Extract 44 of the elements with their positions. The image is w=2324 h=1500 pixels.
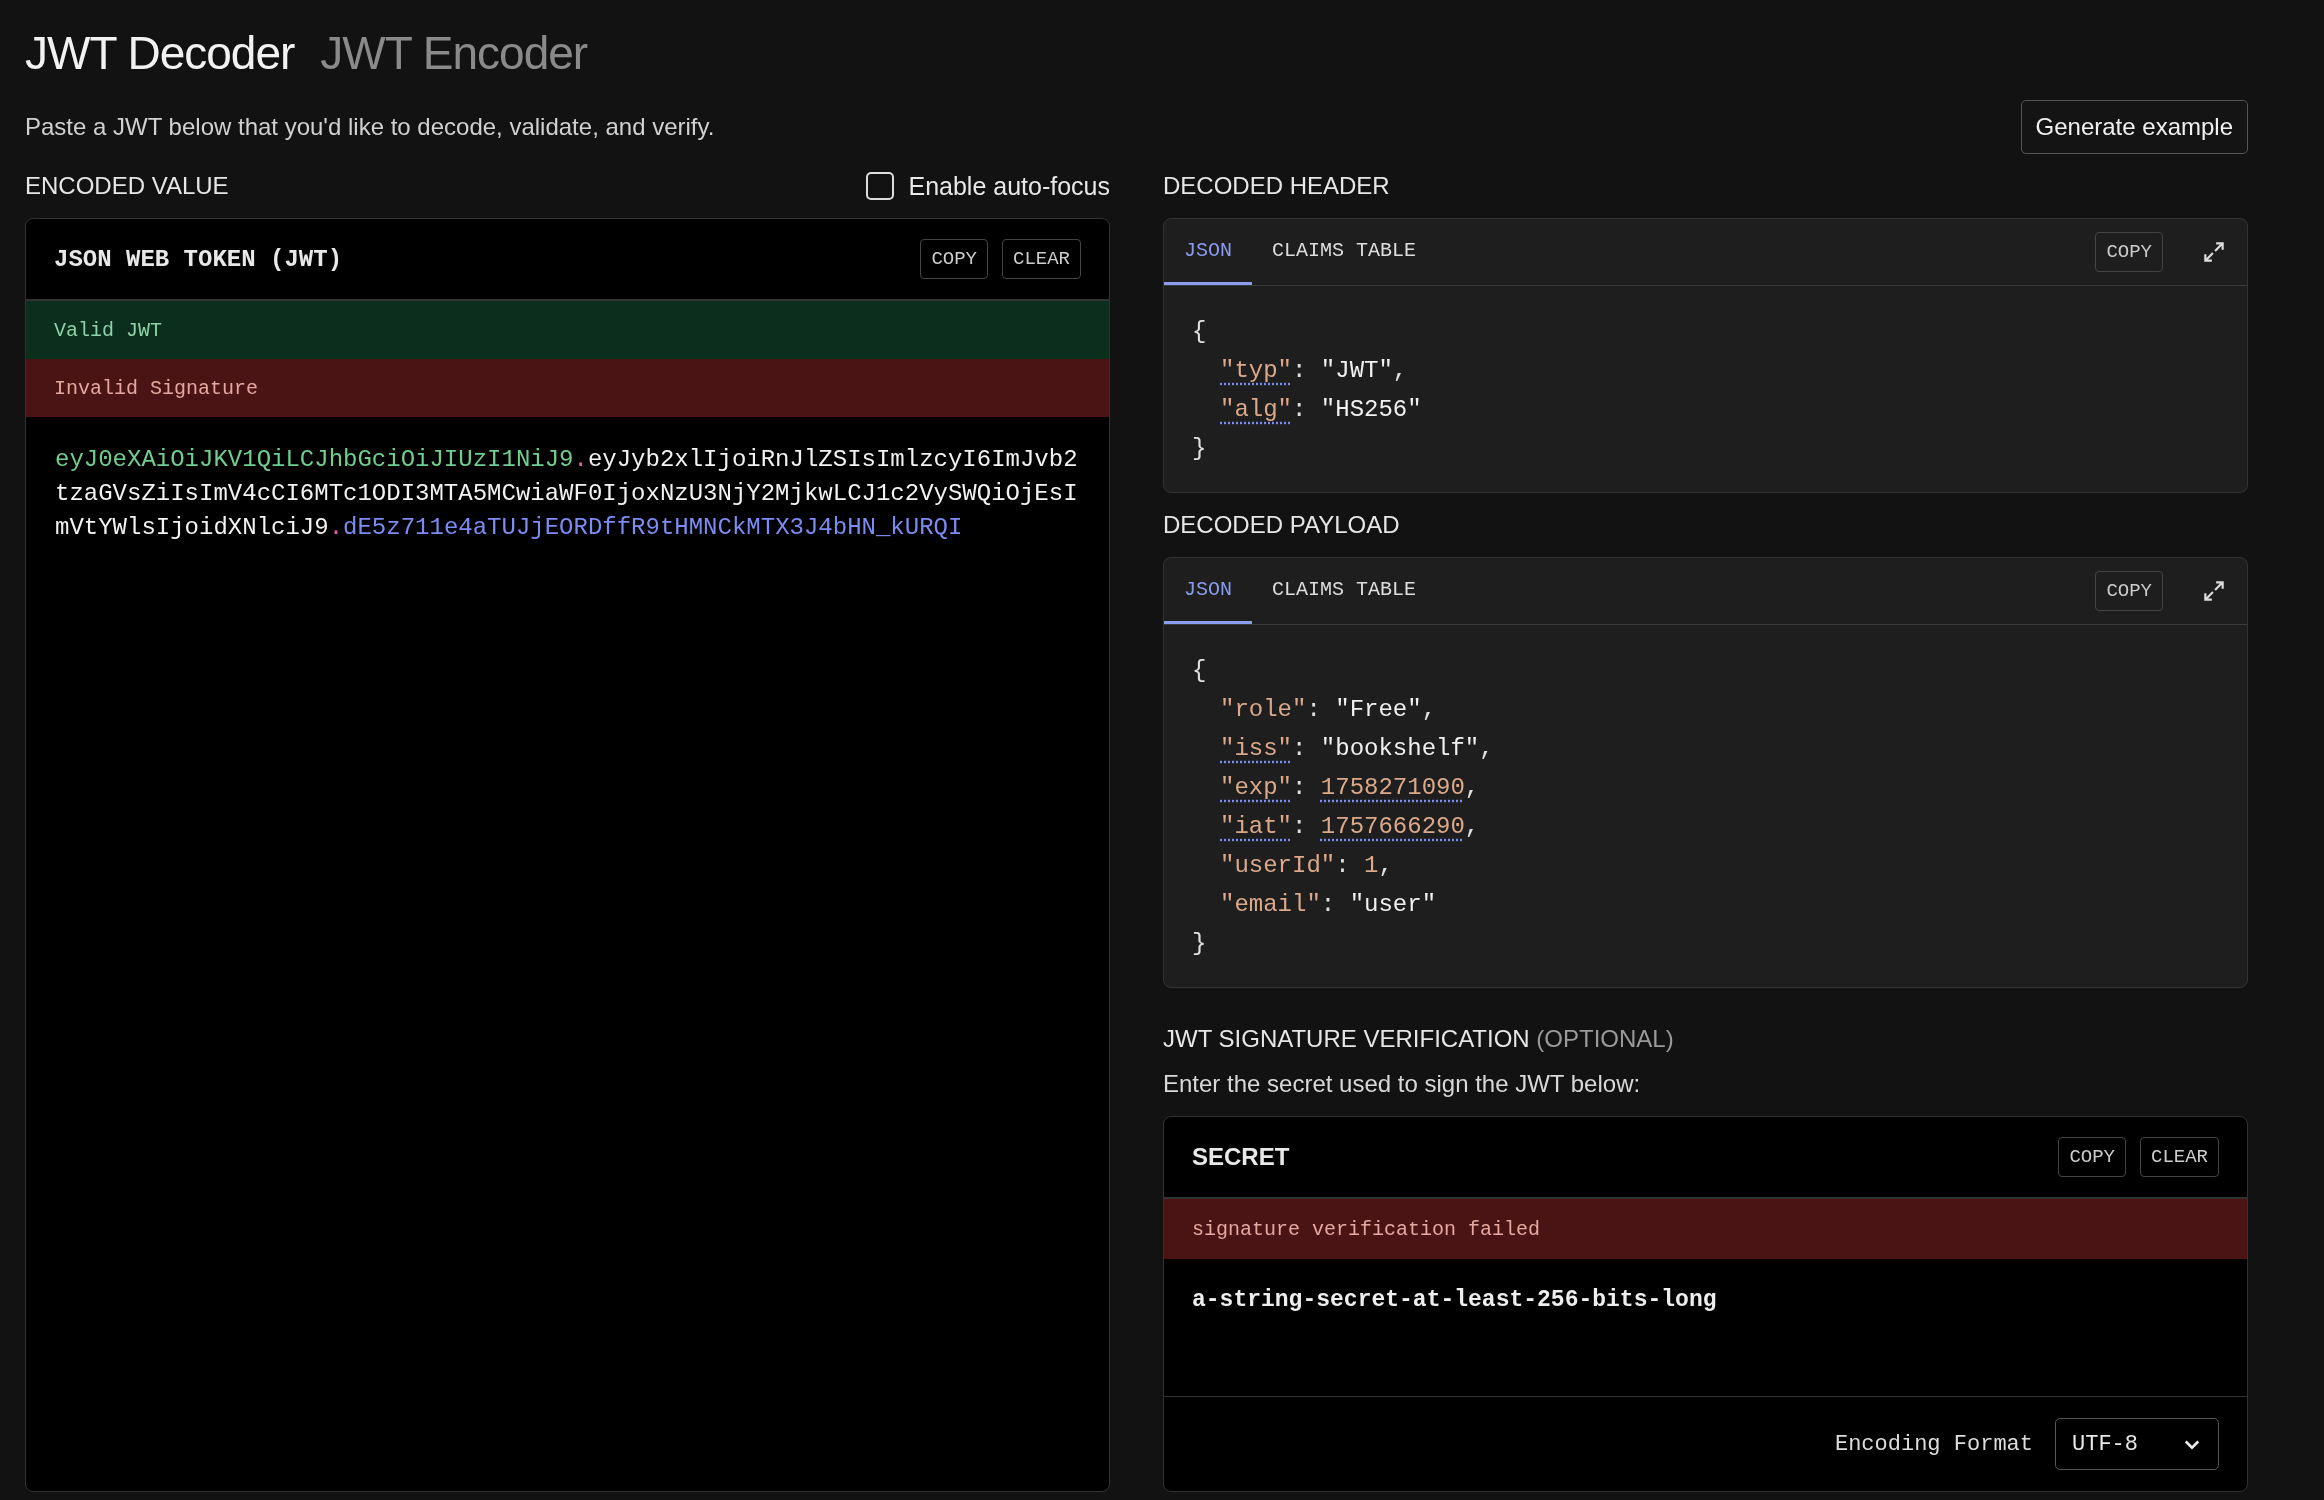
code-line: }: [1192, 434, 1208, 464]
section-label: DECODED HEADER: [1163, 172, 1390, 200]
panel-button[interactable]: COPY: [920, 239, 988, 279]
panel-title: SECRET: [1192, 1143, 1290, 1171]
panel-title: JSON WEB TOKEN (JWT): [54, 245, 343, 273]
status-banner: signature verification failed: [1164, 1199, 2247, 1259]
code-line: }: [1192, 929, 1208, 959]
section-label: ENCODED VALUE: [25, 172, 229, 200]
panel-button[interactable]: CLEAR: [2140, 1137, 2219, 1177]
intro-text: Paste a JWT below that you'd like to decode, validate, and verify.: [25, 113, 715, 141]
copy-button[interactable]: COPY: [2095, 571, 2163, 611]
status-banner: Valid JWT: [26, 301, 1109, 359]
view-tab[interactable]: CLAIMS TABLE: [1252, 558, 1437, 624]
copy-button[interactable]: COPY: [2095, 232, 2163, 272]
code-line: "email": "user": [1219, 890, 1438, 920]
view-tab[interactable]: JSON: [1164, 558, 1252, 624]
page-tab[interactable]: JWT Encoder: [320, 26, 588, 80]
code-line: "alg": "HS256": [1219, 395, 1423, 425]
checkbox[interactable]: [866, 172, 895, 200]
code-line: {: [1192, 656, 1208, 686]
expand-icon[interactable]: [2201, 578, 2227, 604]
generate-example-button[interactable]: Generate example: [2020, 100, 2248, 154]
secret-field[interactable]: a-string-secret-at-least-256-bits-long: [1164, 1259, 2247, 1396]
code-line: "iss": "bookshelf",: [1219, 734, 1495, 764]
code-line: "iat": 1757666290,: [1219, 812, 1481, 842]
encoding-select[interactable]: UTF-8: [2055, 1418, 2219, 1470]
encoding-format-label: Encoding Format: [1834, 1431, 2033, 1457]
status-banner: Invalid Signature: [26, 359, 1109, 417]
expand-icon[interactable]: [2201, 239, 2227, 265]
section-label: DECODED PAYLOAD: [1163, 511, 1400, 539]
token-text[interactable]: eyJ0eXAiOiJKV1QiLCJhbGciOiJIUzI1NiJ9.eyJyb2xlIjoiRnJlZSIsImlzcyI6ImJvb2tzaGVsZiIsImV4cCI6MTc1ODI3MTA5MCwiaWF0IjoxNzU3NjY2MjkwLCJ1c2VySWQiOjEsImVtYWlsIjoidXNlciJ9.dE5z711e4aTUJjEORDffR9tHMNCkMTX3J4bHN_kURQI: [26, 417, 1109, 571]
checkbox-label[interactable]: Enable auto-focus: [908, 171, 1110, 201]
code-line: "role": "Free",: [1219, 695, 1438, 725]
code-line: "userId": 1,: [1219, 851, 1394, 881]
panel-button[interactable]: CLEAR: [1002, 239, 1081, 279]
code-line: {: [1192, 317, 1208, 347]
view-tab[interactable]: JSON: [1164, 219, 1252, 285]
code-line: "typ": "JWT",: [1219, 356, 1409, 386]
help-text: Enter the secret used to sign the JWT below:: [1163, 1070, 1642, 1098]
section-label: JWT SIGNATURE VERIFICATION (OPTIONAL): [1163, 1025, 1674, 1053]
view-tab[interactable]: CLAIMS TABLE: [1252, 219, 1437, 285]
code-line: "exp": 1758271090,: [1219, 773, 1481, 803]
page-tab[interactable]: JWT Decoder: [25, 26, 295, 80]
panel-button[interactable]: COPY: [2058, 1137, 2126, 1177]
